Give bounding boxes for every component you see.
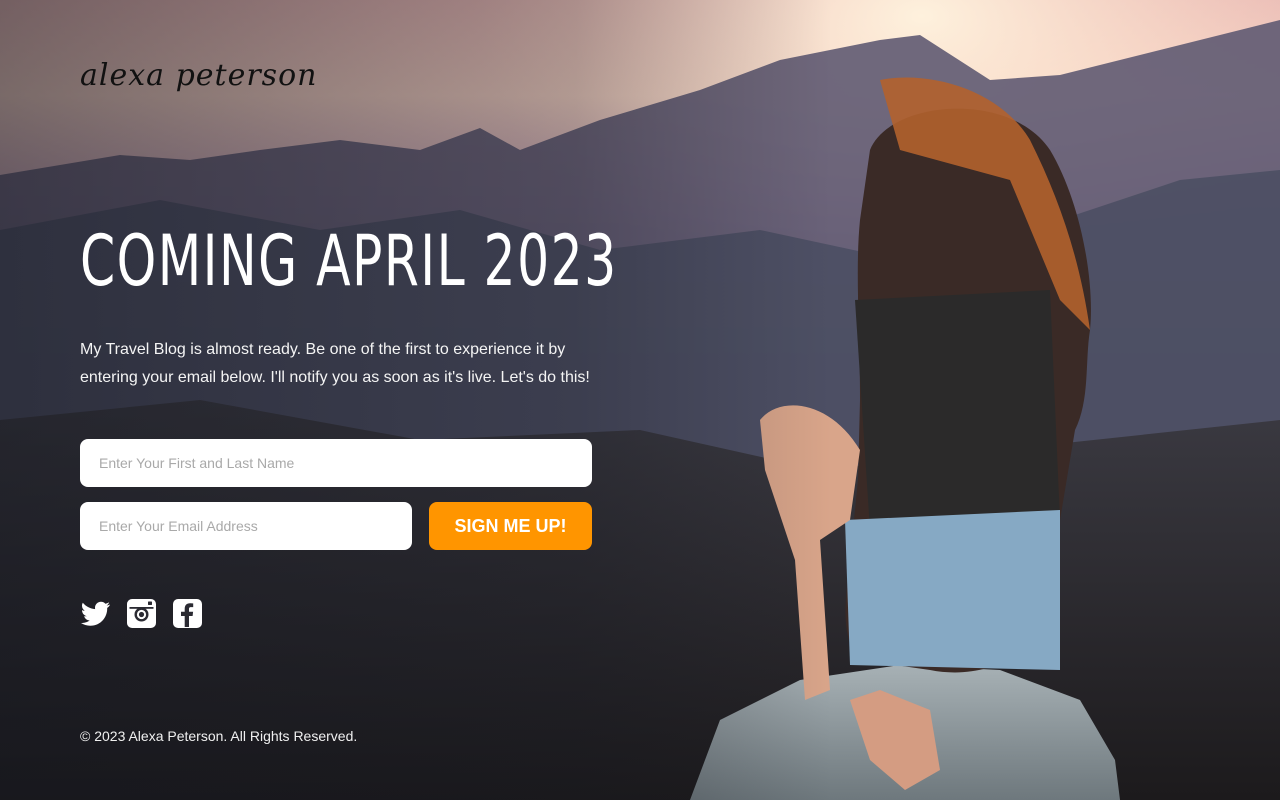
- name-input[interactable]: [80, 439, 592, 487]
- social-links: [80, 598, 203, 629]
- brand-logo[interactable]: alexa peterson: [80, 58, 317, 93]
- instagram-icon[interactable]: [126, 598, 157, 629]
- twitter-icon[interactable]: [80, 598, 111, 629]
- page-content: alexa peterson COMING APRIL 2023 My Trav…: [0, 0, 1280, 800]
- sign-up-button[interactable]: SIGN ME UP!: [429, 502, 592, 550]
- email-input[interactable]: [80, 502, 412, 550]
- intro-text: My Travel Blog is almost ready. Be one o…: [80, 341, 590, 386]
- copyright-text: © 2023 Alexa Peterson. All Rights Reserv…: [80, 728, 358, 744]
- page-title: COMING APRIL 2023: [80, 220, 618, 302]
- facebook-icon[interactable]: [172, 598, 203, 629]
